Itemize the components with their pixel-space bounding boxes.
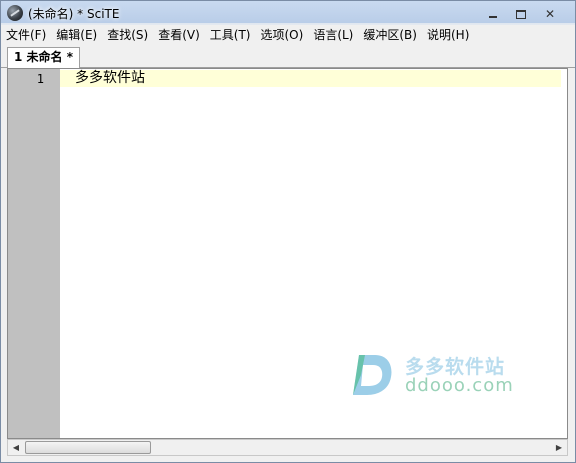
menu-options[interactable]: 选项(O) (256, 25, 309, 45)
menu-buffers[interactable]: 缓冲区(B) (358, 25, 422, 45)
title-bar[interactable]: (未命名) * SciTE ✕ (1, 1, 575, 25)
menu-help[interactable]: 说明(H) (422, 25, 474, 45)
menu-file[interactable]: 文件(F) (1, 25, 51, 45)
ddooo-logo-icon (353, 355, 392, 395)
watermark: 多多软件站 ddooo.com (349, 349, 529, 399)
menu-view[interactable]: 查看(V) (153, 25, 205, 45)
close-icon: ✕ (544, 7, 556, 21)
menu-bar: 文件(F) 编辑(E) 查找(S) 查看(V) 工具(T) 选项(O) 语言(L… (1, 25, 575, 45)
scroll-right-arrow-icon[interactable]: ▶ (551, 440, 567, 455)
scroll-thumb[interactable] (25, 441, 151, 454)
minimize-button[interactable] (482, 6, 504, 22)
scite-app-icon[interactable] (7, 5, 23, 21)
menu-tools[interactable]: 工具(T) (205, 25, 256, 45)
maximize-button[interactable] (510, 6, 532, 22)
editor-line[interactable]: 多多软件站 (75, 70, 145, 87)
minimize-icon (489, 16, 497, 18)
line-number: 1 (36, 72, 44, 86)
maximize-icon (516, 9, 526, 19)
close-button[interactable]: ✕ (539, 6, 561, 22)
scroll-left-arrow-icon[interactable]: ◀ (8, 440, 24, 455)
editor-pane[interactable]: 1 多多软件站 多多软件站 ddooo.com (7, 68, 568, 439)
tab-bar: 1 未命名 * (1, 45, 575, 68)
menu-edit[interactable]: 编辑(E) (51, 25, 102, 45)
app-window: (未命名) * SciTE ✕ 文件(F) 编辑(E) 查找(S) 查看(V) … (0, 0, 576, 463)
horizontal-scrollbar[interactable]: ◀ ▶ (7, 439, 568, 456)
menu-language[interactable]: 语言(L) (308, 25, 358, 45)
menu-search[interactable]: 查找(S) (102, 25, 153, 45)
watermark-domain: ddooo.com (405, 375, 514, 396)
tab-untitled[interactable]: 1 未命名 * (7, 47, 80, 68)
window-title: (未命名) * SciTE (28, 7, 120, 21)
line-number-gutter: 1 (8, 69, 60, 438)
